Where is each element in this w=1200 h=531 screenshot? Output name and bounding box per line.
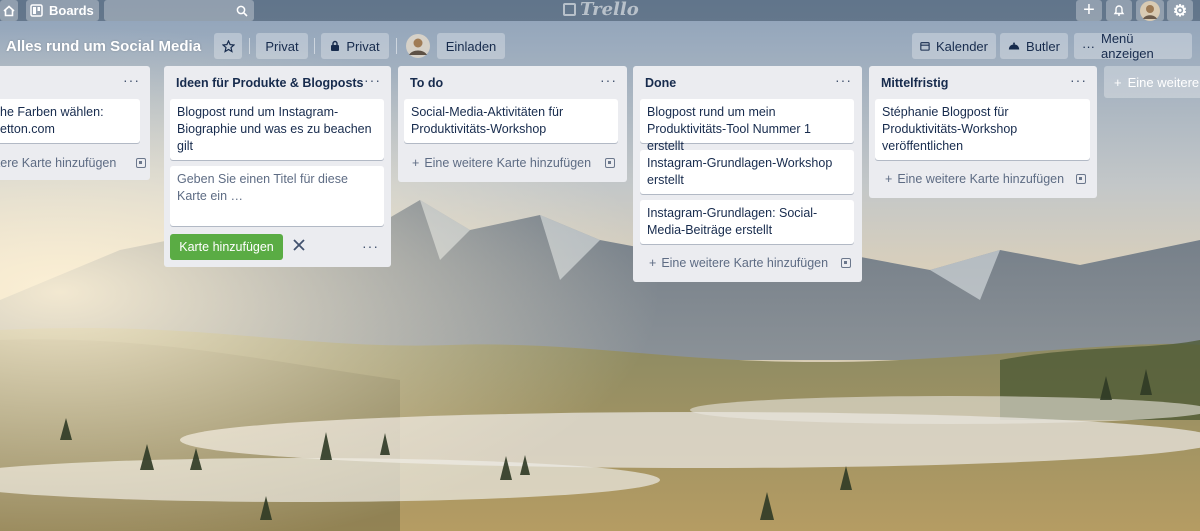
card-title: Social-Media-Aktivitäten für Produktivit… xyxy=(411,105,564,136)
card-title-input[interactable]: Geben Sie einen Titel für diese Karte ei… xyxy=(170,166,384,226)
create-button[interactable]: + xyxy=(1076,0,1102,21)
plus-icon: + xyxy=(1114,74,1122,90)
list-column: Ideen für Produkte & Blogposts ··· Blogp… xyxy=(164,66,391,267)
card-template-icon[interactable] xyxy=(1076,174,1086,184)
plus-icon: + xyxy=(885,172,893,186)
close-composer-button[interactable] xyxy=(292,238,306,257)
boards-button[interactable]: Boards xyxy=(26,0,99,21)
bell-icon xyxy=(1113,5,1125,16)
list-column: Done ··· Blogpost rund um mein Produktiv… xyxy=(633,66,862,282)
add-list-label: Eine weitere xyxy=(1127,74,1200,90)
top-navigation-bar: Boards Trello + ⚙ xyxy=(0,0,1200,21)
avatar xyxy=(406,34,430,58)
trello-logo-icon xyxy=(563,2,576,16)
list-card[interactable]: Social-Media-Aktivitäten für Produktivit… xyxy=(404,99,618,143)
star-button[interactable] xyxy=(214,33,242,59)
list-menu-button[interactable]: ··· xyxy=(835,72,852,88)
add-card-button[interactable]: + Eine weitere Karte hinzufügen xyxy=(885,172,1064,186)
butler-button[interactable]: Butler xyxy=(1000,33,1068,59)
trello-logo[interactable]: Trello xyxy=(563,0,639,20)
list-card[interactable]: Blogpost rund um Instagram-Biographie un… xyxy=(170,99,384,160)
header-divider xyxy=(396,38,397,54)
card-title: he Farben wählen: etton.com xyxy=(0,105,104,136)
list-card[interactable]: he Farben wählen: etton.com xyxy=(0,99,140,143)
add-card-label: Eine weitere Karte hinzufügen xyxy=(424,156,592,170)
add-card-button[interactable]: + Eine weitere Karte hinzufügen xyxy=(649,256,828,270)
card-template-icon[interactable] xyxy=(841,258,851,268)
add-card-label: Eine weitere Karte hinzufügen xyxy=(661,256,829,270)
settings-button[interactable]: ⚙ xyxy=(1167,0,1193,21)
list-title[interactable]: Mittelfristig xyxy=(881,76,948,90)
list-menu-button[interactable]: ··· xyxy=(123,72,140,88)
user-avatar-button[interactable] xyxy=(1136,0,1164,21)
close-icon xyxy=(293,239,305,251)
plus-icon: + xyxy=(649,256,657,270)
search-icon xyxy=(236,5,248,17)
add-card-button[interactable]: + Eine weitere Karte hinzufügen xyxy=(412,156,591,170)
card-title: Instagram-Grundlagen-Workshop erstellt xyxy=(647,156,833,187)
list-menu-button[interactable]: ··· xyxy=(364,72,381,88)
avatar xyxy=(1140,0,1160,21)
card-title: Stéphanie Blogpost für Produktivitäts-Wo… xyxy=(882,105,1018,153)
team-visibility-button[interactable]: Privat xyxy=(321,33,389,59)
card-template-icon[interactable] xyxy=(136,158,146,168)
list-column: ··· he Farben wählen: etton.com itere Ka… xyxy=(0,66,150,180)
star-icon xyxy=(221,39,235,53)
list-card[interactable]: Instagram-Grundlagen-Workshop erstellt xyxy=(640,150,854,194)
butler-label: Butler xyxy=(1026,38,1060,54)
list-column: To do ··· Social-Media-Aktivitäten für P… xyxy=(398,66,627,182)
list-title[interactable]: Ideen für Produkte & Blogposts xyxy=(176,76,364,90)
invite-label: Einladen xyxy=(445,38,497,54)
home-icon xyxy=(3,4,15,16)
plus-icon: + xyxy=(412,156,420,170)
card-title-placeholder: Geben Sie einen Titel für diese Karte ei… xyxy=(177,172,348,203)
composer-options-button[interactable]: ··· xyxy=(362,238,379,254)
list-menu-button[interactable]: ··· xyxy=(600,72,617,88)
team-label: Privat xyxy=(346,38,380,54)
add-card-label: Eine weitere Karte hinzufügen xyxy=(897,172,1065,186)
plus-icon: + xyxy=(1083,0,1095,21)
show-menu-label: Menü anzeigen xyxy=(1101,31,1154,61)
add-card-button[interactable]: itere Karte hinzufügen xyxy=(0,156,116,170)
boards-label: Boards xyxy=(49,3,94,18)
search-input[interactable] xyxy=(104,0,254,21)
list-title[interactable]: Done xyxy=(645,76,676,90)
boards-icon xyxy=(30,4,43,17)
list-menu-button[interactable]: ··· xyxy=(1070,72,1087,88)
show-menu-button[interactable]: ··· Menü anzeigen xyxy=(1074,31,1192,61)
add-list-button[interactable]: + Eine weitere xyxy=(1104,66,1200,98)
gear-icon: ⚙ xyxy=(1172,2,1188,20)
card-title: Instagram-Grundlagen: Social-Media-Beitr… xyxy=(647,206,818,237)
card-title: Blogpost rund um Instagram-Biographie un… xyxy=(177,105,372,153)
list-card[interactable]: Instagram-Grundlagen: Social-Media-Beitr… xyxy=(640,200,854,244)
calendar-label: Kalender xyxy=(935,38,988,54)
home-button[interactable] xyxy=(0,0,18,21)
card-title: Blogpost rund um mein Produktivitäts-Too… xyxy=(647,105,811,153)
add-card-label: itere Karte hinzufügen xyxy=(0,156,117,170)
calendar-button[interactable]: Kalender xyxy=(912,33,996,59)
add-card-submit-button[interactable]: Karte hinzufügen xyxy=(170,234,283,260)
visibility-label: Privat xyxy=(265,38,299,54)
invite-button[interactable]: Einladen xyxy=(437,33,505,59)
add-card-submit-label: Karte hinzufügen xyxy=(179,240,274,254)
list-column: Mittelfristig ··· Stéphanie Blogpost für… xyxy=(869,66,1097,198)
header-divider xyxy=(314,38,315,54)
ellipsis-icon: ··· xyxy=(1082,38,1095,54)
member-avatar[interactable] xyxy=(405,33,431,59)
lock-icon xyxy=(331,40,340,51)
list-card[interactable]: Stéphanie Blogpost für Produktivitäts-Wo… xyxy=(875,99,1090,160)
header-divider xyxy=(249,38,250,54)
card-template-icon[interactable] xyxy=(605,158,615,168)
list-title[interactable]: To do xyxy=(410,76,443,90)
butler-icon xyxy=(1008,42,1020,50)
calendar-icon xyxy=(920,42,930,51)
notifications-button[interactable] xyxy=(1106,0,1132,21)
trello-logo-text: Trello xyxy=(580,0,639,20)
board-title[interactable]: Alles rund um Social Media xyxy=(6,34,201,58)
list-card[interactable]: Blogpost rund um mein Produktivitäts-Too… xyxy=(640,99,854,153)
board-visibility-button[interactable]: Privat xyxy=(256,33,308,59)
